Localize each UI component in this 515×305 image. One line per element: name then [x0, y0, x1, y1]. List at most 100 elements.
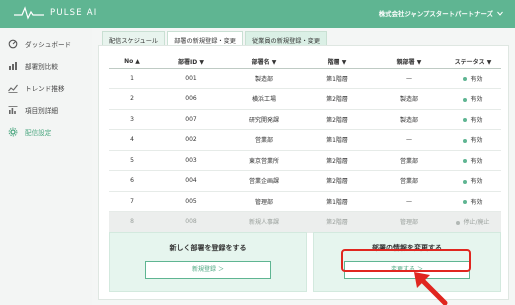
status-label: 有効 — [470, 75, 483, 83]
new-department-card: 新しく部署を登録をする 新規登録 ＞ — [109, 232, 307, 292]
column-header-level[interactable]: 階層 ▼ — [301, 56, 373, 69]
cell-level: 第1階層 — [301, 191, 373, 212]
cell-parent: — — [373, 68, 445, 89]
cell-status: 有効 — [445, 170, 501, 192]
table-row[interactable]: 1 001 製造部 第1階層 — 有効 — [109, 68, 501, 89]
cell-no: 2 — [109, 88, 155, 110]
column-header-id[interactable]: 部署ID ▼ — [155, 56, 227, 69]
gear-icon — [8, 127, 18, 137]
cell-status: 有効 — [445, 88, 501, 110]
status-dot-icon — [463, 159, 468, 164]
trend-icon — [8, 84, 18, 93]
cell-level: 第2階層 — [301, 150, 373, 171]
new-register-button[interactable]: 新規登録 ＞ — [145, 261, 271, 279]
cell-status: 有効 — [445, 191, 501, 212]
cell-no: 6 — [109, 170, 155, 192]
cell-name: 管理部 — [227, 191, 301, 212]
cell-no: 5 — [109, 150, 155, 171]
cell-name: 横浜工場 — [227, 88, 301, 110]
cell-id: 008 — [155, 211, 227, 233]
cell-no: 4 — [109, 129, 155, 151]
column-header-name[interactable]: 部署名 ▼ — [227, 56, 301, 69]
cell-level: 第2階層 — [301, 170, 373, 192]
cell-name: 研究開発課 — [227, 109, 301, 130]
dashboard-icon — [8, 39, 18, 49]
cell-parent: — — [373, 191, 445, 212]
cell-status: 有効 — [445, 150, 501, 171]
status-label: 有効 — [470, 96, 483, 104]
chevron-down-icon — [497, 11, 503, 16]
cell-status: 有効 — [445, 68, 501, 89]
logo: PULSE AI — [14, 6, 97, 20]
top-bar: PULSE AI 株式会社ジャンプスタートパートナーズ — [0, 0, 515, 28]
table-row-disabled[interactable]: 8 008 新規人事課 第2階層 管理部 停止/廃止 — [109, 211, 501, 233]
cell-parent: 営業部 — [373, 170, 445, 192]
company-name: 株式会社ジャンプスタートパートナーズ — [378, 10, 493, 18]
cell-id: 007 — [155, 109, 227, 130]
cell-id: 001 — [155, 68, 227, 89]
sidebar-item-dashboard[interactable]: ダッシュボード — [0, 33, 92, 55]
table-row[interactable]: 4 002 営業部 第1階層 — 有効 — [109, 129, 501, 151]
cell-name: 東京営業所 — [227, 150, 301, 171]
sidebar-item-detail[interactable]: 項目別詳細 — [0, 99, 92, 121]
cell-parent: 管理部 — [373, 211, 445, 233]
table-row[interactable]: 5 003 東京営業所 第2階層 営業部 有効 — [109, 150, 501, 171]
bar-chart-icon — [9, 62, 17, 70]
sidebar-item-label: ダッシュボード — [25, 41, 72, 49]
cell-level: 第2階層 — [301, 109, 373, 130]
cell-id: 004 — [155, 170, 227, 192]
sidebar-item-label: 部署別比較 — [25, 63, 58, 71]
status-dot-icon — [463, 200, 468, 205]
status-label: 停止/廃止 — [463, 219, 490, 227]
sidebar-item-label: 配信設定 — [25, 129, 52, 137]
highlight-box — [341, 249, 471, 272]
cell-level: 第2階層 — [301, 88, 373, 110]
sidebar-item-delivery-settings[interactable]: 配信設定 — [0, 121, 92, 143]
detail-icon — [8, 106, 18, 114]
cell-id: 003 — [155, 150, 227, 171]
status-dot-icon — [456, 220, 461, 225]
cell-name: 製造部 — [227, 68, 301, 89]
table-row[interactable]: 7 005 管理部 第1階層 — 有効 — [109, 191, 501, 212]
company-menu[interactable]: 株式会社ジャンプスタートパートナーズ — [379, 9, 503, 18]
table-row[interactable]: 6 004 営業企画課 第2階層 営業部 有効 — [109, 170, 501, 192]
sidebar-item-trend[interactable]: トレンド推移 — [0, 77, 92, 99]
cell-level: 第2階層 — [301, 211, 373, 233]
pulse-logo-icon — [14, 6, 44, 20]
cell-parent: 製造部 — [373, 109, 445, 130]
sidebar: ダッシュボード 部署別比較 トレンド推移 項目別詳細 配信設定 — [0, 28, 92, 305]
status-label: 有効 — [470, 116, 483, 124]
cell-id: 002 — [155, 129, 227, 151]
status-dot-icon — [463, 97, 468, 102]
cell-level: 第1階層 — [301, 68, 373, 89]
cell-name: 新規人事課 — [227, 211, 301, 233]
cell-status: 有効 — [445, 129, 501, 151]
cell-no: 1 — [109, 68, 155, 89]
column-header-no[interactable]: No ▲ — [109, 56, 155, 69]
sidebar-item-label: 項目別詳細 — [25, 107, 58, 115]
column-header-parent[interactable]: 親部署 ▼ — [373, 56, 445, 69]
column-header-status[interactable]: ステータス ▼ — [445, 56, 501, 69]
cell-id: 006 — [155, 88, 227, 110]
cell-no: 3 — [109, 109, 155, 130]
status-dot-icon — [463, 179, 468, 184]
cell-parent: — — [373, 129, 445, 151]
cell-no: 8 — [109, 211, 155, 233]
status-dot-icon — [463, 138, 468, 143]
pointer-arrow-icon — [414, 272, 448, 305]
cell-parent: 営業部 — [373, 150, 445, 171]
cell-status: 有効 — [445, 109, 501, 130]
brand-name: PULSE AI — [50, 8, 98, 18]
table-row[interactable]: 3 007 研究開発課 第2階層 製造部 有効 — [109, 109, 501, 130]
table-row[interactable]: 2 006 横浜工場 第2階層 製造部 有効 — [109, 88, 501, 110]
sidebar-item-department-compare[interactable]: 部署別比較 — [0, 55, 92, 77]
status-label: 有効 — [470, 178, 483, 186]
status-label: 有効 — [470, 157, 483, 165]
status-label: 有効 — [470, 137, 483, 145]
cell-name: 営業部 — [227, 129, 301, 151]
cell-id: 005 — [155, 191, 227, 212]
table-header-row: No ▲ 部署ID ▼ 部署名 ▼ 階層 ▼ 親部署 ▼ ステータス ▼ — [109, 56, 501, 69]
new-department-title: 新しく部署を登録をする — [169, 244, 247, 252]
status-label: 有効 — [470, 198, 483, 206]
cell-level: 第1階層 — [301, 129, 373, 151]
